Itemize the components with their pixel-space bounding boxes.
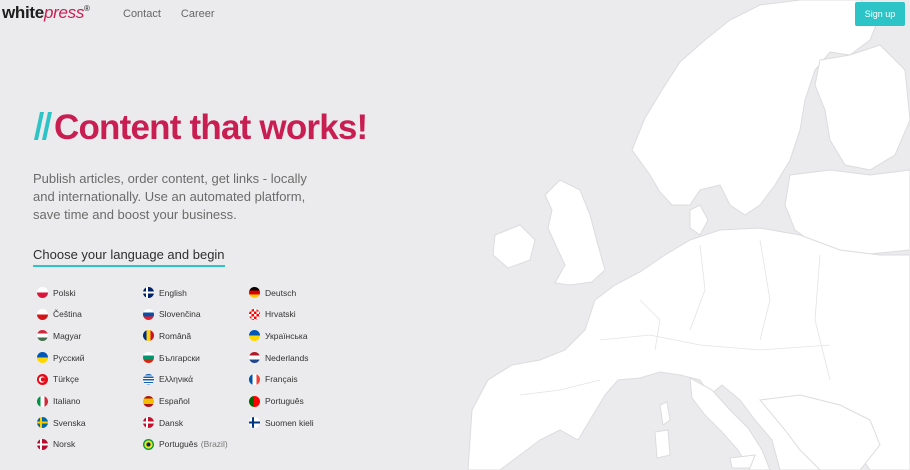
pl-flag-icon bbox=[37, 287, 48, 298]
language-option[interactable]: Suomen kieli bbox=[249, 417, 314, 429]
language-note: (Brazil) bbox=[200, 439, 228, 450]
pt-flag-icon bbox=[249, 395, 260, 407]
language-option[interactable]: Norsk bbox=[37, 438, 76, 450]
nav-career-link[interactable]: Career bbox=[181, 8, 215, 20]
language-label: Hrvatski bbox=[265, 309, 296, 320]
language-option[interactable]: Русский bbox=[37, 352, 85, 364]
language-label: Slovenčina bbox=[159, 309, 201, 320]
language-option[interactable]: Български bbox=[143, 352, 200, 364]
language-label: Deutsch bbox=[265, 287, 297, 298]
hu-flag-icon bbox=[37, 330, 48, 342]
es-flag-icon bbox=[143, 395, 154, 407]
language-label: Italiano bbox=[53, 396, 81, 406]
language-label: Português bbox=[265, 396, 304, 406]
language-label: Български bbox=[159, 352, 200, 363]
it-flag-icon bbox=[37, 395, 48, 407]
language-option[interactable]: Hrvatski bbox=[249, 308, 296, 320]
tr-flag-icon bbox=[37, 373, 48, 385]
signup-button[interactable]: Sign up bbox=[855, 2, 905, 26]
dk-flag-icon bbox=[143, 417, 154, 429]
hero-heading: Content that works! bbox=[34, 108, 368, 148]
hero-title: Content that works! bbox=[54, 108, 368, 147]
denmark-shape bbox=[689, 204, 709, 236]
language-label: English bbox=[159, 287, 187, 298]
language-label: Português bbox=[159, 439, 198, 450]
language-option[interactable]: Français bbox=[249, 373, 298, 385]
ua-flag-icon bbox=[37, 352, 48, 364]
language-label: Nederlands bbox=[265, 352, 309, 363]
language-option[interactable]: Svenska bbox=[37, 417, 86, 429]
fi-flag-icon bbox=[249, 417, 260, 429]
sicily-shape bbox=[729, 454, 756, 469]
language-option[interactable]: Dansk bbox=[143, 417, 184, 429]
hero-description: Publish articles, order content, get lin… bbox=[33, 171, 307, 222]
whitepress-logo[interactable]: whitepress® bbox=[2, 3, 90, 23]
language-label: Ελληνικά bbox=[159, 374, 194, 385]
language-option[interactable]: Ελληνικά bbox=[143, 373, 194, 385]
language-option[interactable]: Italiano bbox=[37, 395, 81, 407]
language-option[interactable]: Español bbox=[143, 395, 190, 407]
language-option[interactable]: Deutsch bbox=[249, 287, 296, 298]
language-label: Polski bbox=[53, 287, 76, 298]
nl-flag-icon bbox=[249, 352, 260, 364]
logo-white-text: white bbox=[2, 3, 44, 22]
language-label: Türkçe bbox=[53, 374, 79, 385]
language-label: Norsk bbox=[53, 439, 76, 450]
top-nav: Contact Career bbox=[123, 8, 215, 20]
language-option[interactable]: Română bbox=[143, 330, 192, 342]
ua-flag-icon bbox=[249, 330, 260, 342]
language-option[interactable]: Polski bbox=[37, 287, 76, 298]
language-label: Magyar bbox=[53, 330, 82, 341]
br-flag-icon bbox=[143, 438, 154, 450]
ireland-shape bbox=[492, 224, 536, 269]
language-option[interactable]: Українська bbox=[249, 330, 308, 342]
choose-language-heading: Choose your language and begin bbox=[33, 247, 225, 267]
gr-flag-icon bbox=[143, 373, 154, 385]
cz-flag-icon bbox=[37, 308, 48, 320]
language-label: Română bbox=[159, 330, 192, 341]
language-option[interactable]: Português (Brazil) bbox=[143, 438, 228, 450]
language-label: Dansk bbox=[159, 417, 184, 428]
language-option[interactable]: Slovenčina bbox=[143, 308, 201, 320]
sk-flag-icon bbox=[143, 308, 154, 320]
language-option[interactable]: Nederlands bbox=[249, 352, 309, 364]
corsica-shape bbox=[659, 401, 671, 426]
language-label: Svenska bbox=[53, 417, 86, 428]
nav-contact-link[interactable]: Contact bbox=[123, 8, 161, 20]
uk-shape bbox=[544, 179, 606, 286]
language-option[interactable]: Magyar bbox=[37, 330, 82, 342]
language-option[interactable]: Português bbox=[249, 395, 304, 407]
double-slash-icon bbox=[34, 112, 52, 140]
language-label: Suomen kieli bbox=[265, 417, 314, 428]
language-option[interactable]: Čeština bbox=[37, 308, 82, 320]
de-flag-icon bbox=[249, 287, 260, 298]
sardinia-shape bbox=[654, 429, 671, 459]
hr-flag-icon bbox=[249, 308, 260, 320]
europe-map bbox=[467, 0, 910, 470]
language-option[interactable]: English bbox=[143, 287, 187, 298]
gb-flag-icon bbox=[143, 287, 154, 298]
se-flag-icon bbox=[37, 417, 48, 429]
finland-shape bbox=[814, 44, 910, 171]
language-label: Čeština bbox=[53, 309, 82, 320]
language-label: Français bbox=[265, 374, 298, 385]
ro-flag-icon bbox=[143, 330, 154, 342]
language-label: Русский bbox=[53, 352, 85, 363]
logo-registered-mark: ® bbox=[84, 4, 90, 13]
fr-flag-icon bbox=[249, 373, 260, 385]
language-label: Українська bbox=[265, 330, 308, 341]
no-flag-icon bbox=[37, 438, 48, 450]
logo-press-text: press bbox=[43, 3, 85, 22]
bg-flag-icon bbox=[143, 352, 154, 364]
language-option[interactable]: Türkçe bbox=[37, 373, 79, 385]
language-label: Español bbox=[159, 396, 190, 406]
